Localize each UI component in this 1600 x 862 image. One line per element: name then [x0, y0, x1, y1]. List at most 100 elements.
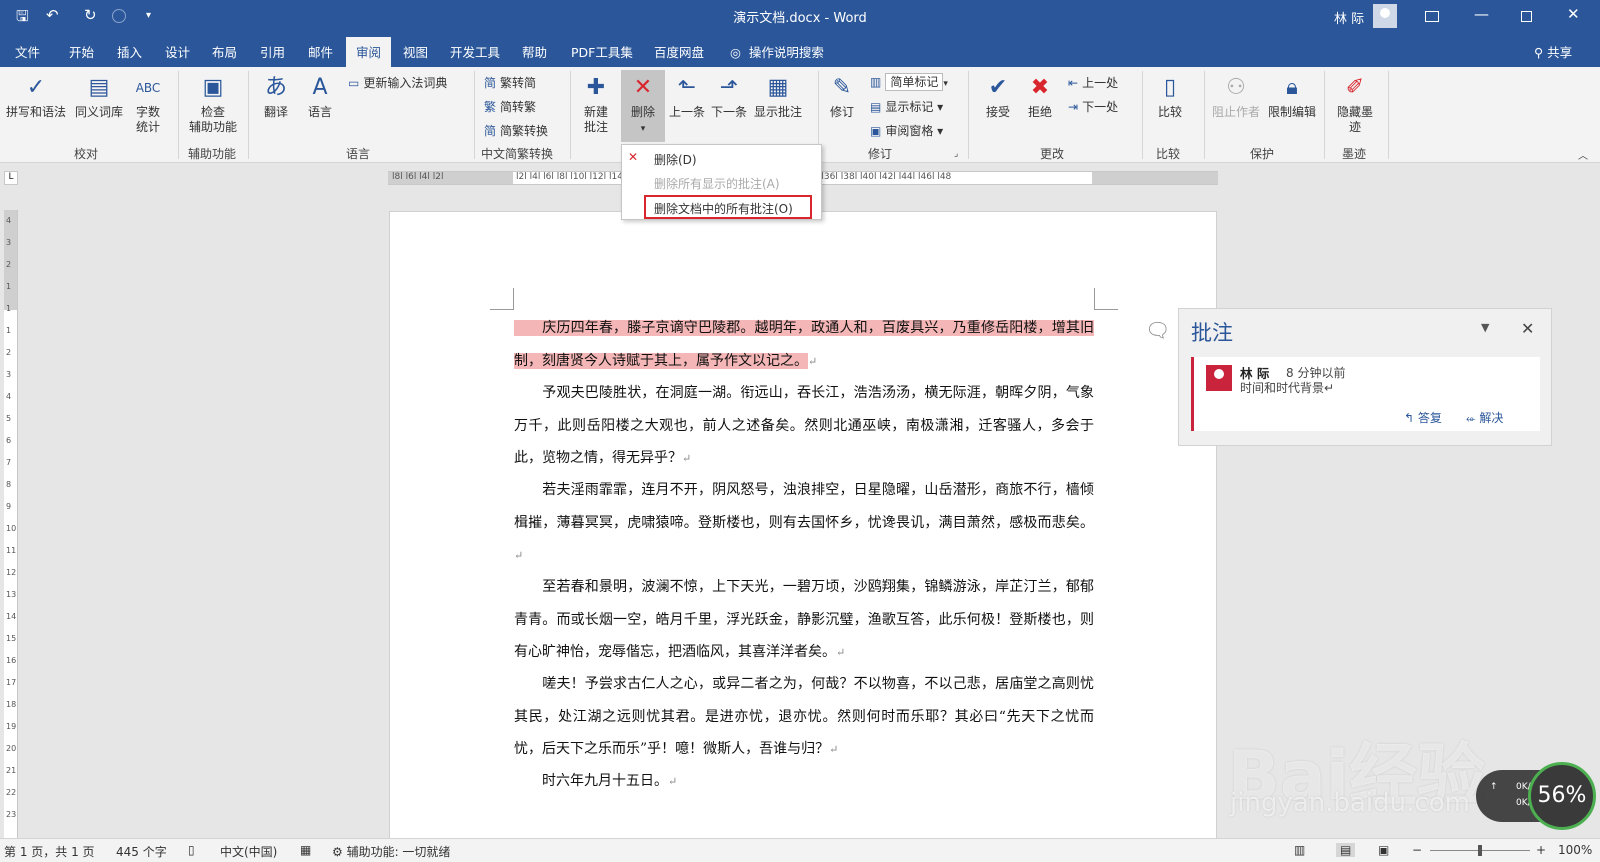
reject-button[interactable]: ✖ 拒绝	[1022, 73, 1058, 120]
tab-references[interactable]: 引用	[260, 42, 285, 61]
review-pane-button[interactable]: ▣ 审阅窗格 ▾	[870, 122, 943, 139]
menu-item-delete-all[interactable]: 删除文档中的所有批注(O)	[654, 200, 793, 217]
zoom-level[interactable]: 100%	[1558, 843, 1592, 857]
memory-gauge[interactable]: 56%	[1528, 762, 1596, 830]
group-separator	[1324, 71, 1325, 159]
tab-developer[interactable]: 开发工具	[450, 42, 500, 61]
tab-review[interactable]: 审阅	[346, 37, 392, 67]
block-authors-button[interactable]: ⚇ 阻止作者	[1208, 73, 1264, 120]
close-icon[interactable]: ✕	[1567, 5, 1580, 23]
tab-layout[interactable]: 布局	[212, 42, 237, 61]
prev-comment-button[interactable]: ⬑ 上一条	[666, 73, 708, 120]
group-label-protect: 保护	[1250, 147, 1275, 161]
tab-pdf-tools[interactable]: PDF工具集	[571, 42, 633, 61]
vertical-ruler[interactable]: 4 3 2 1 1 1 2 3 4 5 6 7 8 9 10 11 12 13 14 15 16 17 18 19 20 21 22…	[4, 210, 18, 840]
wordcount-button[interactable]: ABC 字数 统计	[130, 73, 166, 135]
memory-percent: 56%	[1537, 783, 1587, 808]
comment-card[interactable]: 林 际 8 分钟以前 时间和时代背景↵ ↰ 答复 ⬰ 解决	[1191, 357, 1540, 431]
markup-select[interactable]: ▥ 简单标记 ▾	[870, 73, 948, 91]
zoom-in-button[interactable]: +	[1536, 843, 1546, 857]
delete-comment-button[interactable]: ✕ 删除 ▾	[622, 73, 664, 137]
tab-design[interactable]: 设计	[165, 42, 190, 61]
paragraph-1[interactable]: 庆历四年春，滕子京谪守巴陵郡。越明年，政通人和，百废具兴，乃重修岳阳楼，增其旧制…	[514, 312, 1094, 378]
thesaurus-label: 同义词库	[74, 105, 123, 119]
group-label-accessibility: 辅助功能	[188, 147, 237, 161]
macro-icon[interactable]: ▦	[300, 843, 311, 857]
reply-button[interactable]: ↰ 答复	[1404, 409, 1442, 426]
collapse-ribbon-icon[interactable]: ︿	[1578, 147, 1588, 162]
check-accessibility-button[interactable]: ▣ 检查 辅助功能	[186, 73, 240, 135]
tab-insert[interactable]: 插入	[117, 42, 142, 61]
update-ime-label: 更新输入法词典	[363, 76, 448, 90]
tab-home[interactable]: 开始	[69, 42, 94, 61]
web-layout-icon[interactable]: ▣	[1378, 843, 1389, 857]
paragraph-2[interactable]: 予观夫巴陵胜状，在洞庭一湖。衔远山，吞长江，浩浩汤汤，横无际涯，朝晖夕阴，气象万…	[514, 377, 1094, 476]
zoom-slider-thumb[interactable]	[1478, 845, 1482, 856]
user-name[interactable]: 林 际	[1334, 8, 1364, 27]
menu-item-delete-shown[interactable]: 删除所有显示的批注(A)	[654, 175, 780, 192]
next-change-button[interactable]: ⇥ 下一处	[1068, 98, 1118, 115]
simp-to-trad-button[interactable]: 繁简转繁	[484, 98, 536, 115]
accept-button[interactable]: ✔ 接受	[980, 73, 1016, 120]
page-count[interactable]: 第 1 页，共 1 页	[4, 843, 95, 860]
tab-file[interactable]: 文件	[15, 42, 40, 61]
comment-highlight[interactable]: 庆历四年春，滕子京谪守巴陵郡。越明年，政通人和，百废具兴，乃重修岳阳楼，增其旧制…	[514, 320, 1094, 369]
trad-to-simp-button[interactable]: 简繁转简	[484, 74, 536, 91]
ribbon-display-icon[interactable]	[1425, 11, 1439, 22]
restore-icon[interactable]	[1521, 11, 1532, 22]
tracking-dialog-launcher[interactable]: ⌟	[954, 149, 958, 159]
new-comment-button[interactable]: ✚ 新建 批注	[576, 73, 616, 135]
tell-me-search[interactable]: ◎ 操作说明搜索	[730, 42, 824, 61]
show-comments-button[interactable]: ▦ 显示批注	[750, 73, 806, 120]
hide-ink-button[interactable]: ✐ 隐藏墨 迹	[1332, 73, 1378, 135]
track-changes-button[interactable]: ✎ 修订	[824, 73, 860, 120]
paragraph-3[interactable]: 若夫淫雨霏霏，连月不开，阴风怒号，浊浪排空，日星隐曜，山岳潜形，商旅不行，樯倾楫…	[514, 474, 1094, 573]
convert-button[interactable]: 简简繁转换	[484, 122, 548, 139]
menu-item-delete[interactable]: 删除(D)	[654, 151, 697, 168]
show-markup-button[interactable]: ▤ 显示标记 ▾	[870, 98, 943, 115]
track-changes-label: 修订	[829, 105, 854, 119]
ruler-tick: 14	[6, 612, 17, 621]
group-separator	[178, 71, 179, 159]
print-layout-icon[interactable]: ▤	[1336, 843, 1356, 857]
language-button[interactable]: A 语言	[302, 73, 338, 120]
comment-balloon-icon[interactable]: 🗨︎	[1145, 318, 1170, 342]
zoom-out-button[interactable]: −	[1412, 843, 1422, 857]
ruler-tick: 1	[6, 326, 12, 335]
prev-change-button[interactable]: ⇤ 上一处	[1068, 74, 1118, 91]
paragraph-4[interactable]: 至若春和景明，波澜不惊，上下天光，一碧万顷，沙鸥翔集，锦鳞游泳，岸芷汀兰，郁郁青…	[514, 571, 1094, 670]
accessibility-status[interactable]: ⚙ 辅助功能: 一切就绪	[332, 843, 450, 860]
tab-mailings[interactable]: 邮件	[308, 42, 333, 61]
document-page[interactable]: 庆历四年春，滕子京谪守巴陵郡。越明年，政通人和，百废具兴，乃重修岳阳楼，增其旧制…	[389, 211, 1217, 851]
read-mode-icon[interactable]: ▥	[1294, 843, 1305, 857]
translate-button[interactable]: あ翻译	[258, 73, 294, 120]
paragraph-mark: ↵	[668, 775, 678, 788]
next-comment-button[interactable]: ⬏ 下一条	[708, 73, 750, 120]
share-button[interactable]: ⚲ 共享	[1534, 42, 1572, 61]
language-status[interactable]: 中文(中国)	[220, 843, 277, 860]
paragraph-5[interactable]: 嗟夫！予尝求古仁人之心，或异二者之为，何哉？不以物喜，不以己悲，居庙堂之高则忧其…	[514, 668, 1094, 767]
close-icon[interactable]: ✕	[1521, 319, 1534, 338]
tab-help[interactable]: 帮助	[522, 42, 547, 61]
word-count[interactable]: 445 个字	[116, 843, 167, 860]
update-ime-button[interactable]: ▭ 更新输入法词典	[348, 74, 447, 91]
status-bar: 第 1 页，共 1 页 445 个字 ▯ 中文(中国) ▦ ⚙ 辅助功能: 一切…	[0, 838, 1600, 862]
restrict-editing-button[interactable]: 🔒︎ 限制编辑	[1264, 73, 1320, 120]
spelling-button[interactable]: ✓ 拼写和语法	[6, 73, 66, 120]
proofing-icon[interactable]: ▯	[188, 843, 195, 857]
tab-baidu-netdisk[interactable]: 百度网盘	[654, 42, 704, 61]
tab-selector[interactable]: L	[4, 171, 18, 185]
compare-button[interactable]: ▯ 比较	[1152, 73, 1188, 120]
tab-view[interactable]: 视图	[403, 42, 428, 61]
resolve-button[interactable]: ⬰ 解决	[1466, 409, 1503, 426]
paragraph-6[interactable]: 时六年九月十五日。↵	[514, 765, 1094, 799]
ruler-tick: 7	[6, 458, 12, 467]
avatar[interactable]	[1373, 4, 1397, 28]
paragraph-mark: ↵	[836, 646, 846, 659]
comments-pane-title: 批注	[1191, 321, 1233, 345]
comment-text[interactable]: 时间和时代背景↵	[1240, 379, 1334, 396]
share-label: 共享	[1547, 45, 1573, 60]
thesaurus-button[interactable]: ▤ 同义词库	[72, 73, 126, 120]
chevron-down-icon[interactable]: ▼	[1481, 321, 1489, 334]
minimize-icon[interactable]: —	[1474, 5, 1489, 23]
